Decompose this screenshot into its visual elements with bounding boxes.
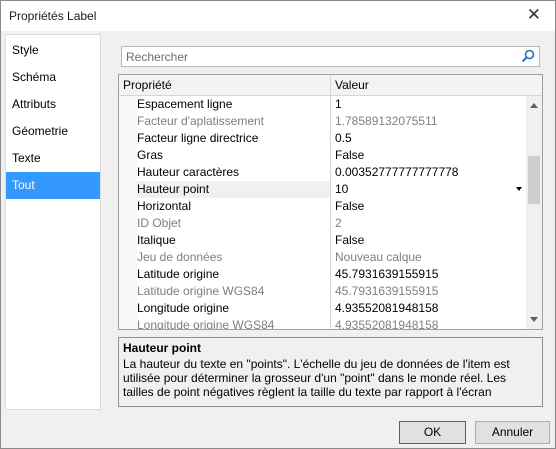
table-row[interactable]: Hauteur caractères 0.00352777777777778 [119,164,526,181]
scroll-up-icon[interactable] [530,103,538,108]
dropdown-arrow-icon[interactable] [516,187,522,191]
row-gutter [119,164,137,181]
table-row[interactable]: ID Objet 2 [119,215,526,232]
table-row[interactable]: Espacement ligne 1 [119,96,526,113]
search-box [121,46,540,67]
property-value: 4.93552081948158 [335,318,439,329]
row-gutter [119,249,137,266]
property-name: ID Objet [137,215,331,232]
category-nav: Style Schéma Attributs Géometrie Texte T… [5,34,101,410]
property-name: Horizontal [137,198,331,215]
title-bar: Propriétés Label ✕ [1,1,555,31]
property-value[interactable]: False [335,147,524,164]
column-header-property[interactable]: Propriété [119,75,331,95]
row-gutter [119,232,137,249]
table-row[interactable]: Longitude origine WGS84 4.93552081948158 [119,317,526,329]
table-row-selected[interactable]: Hauteur point 10 [119,181,526,198]
property-name: Hauteur point [137,181,331,198]
property-value: Nouveau calque [335,250,422,264]
table-row[interactable]: Facteur ligne directrice 0.5 [119,130,526,147]
nav-item-schema[interactable]: Schéma [6,64,100,91]
nav-item-geometrie[interactable]: Géometrie [6,118,100,145]
vertical-scrollbar[interactable] [526,96,542,329]
row-gutter [119,181,137,198]
nav-item-tout[interactable]: Tout [6,172,100,199]
property-name: Longitude origine [137,300,331,317]
row-gutter [119,266,137,283]
nav-item-style[interactable]: Style [6,37,100,64]
ok-button[interactable]: OK [399,421,466,444]
property-name: Latitude origine WGS84 [137,283,331,300]
row-gutter [119,300,137,317]
grid-rows: Espacement ligne 1 Facteur d'aplatisseme… [119,96,526,329]
property-value[interactable]: 45.7931639155915 [335,266,524,283]
property-name: Jeu de données [137,249,331,266]
row-gutter [119,317,137,329]
row-gutter [119,215,137,232]
properties-dialog: Propriétés Label ✕ Style Schéma Attribut… [0,0,556,449]
property-value: 1.78589132075511 [335,114,438,128]
search-input[interactable] [122,47,520,66]
table-row[interactable]: Horizontal False [119,198,526,215]
row-gutter [119,96,137,113]
table-row[interactable]: Facteur d'aplatissement 1.78589132075511 [119,113,526,130]
close-icon[interactable]: ✕ [527,5,541,25]
row-gutter [119,130,137,147]
property-value[interactable]: 0.00352777777777778 [335,164,524,181]
property-name: Gras [137,147,331,164]
scroll-down-icon[interactable] [530,317,538,322]
search-icon[interactable] [521,49,535,63]
property-value[interactable]: 1 [335,96,524,113]
grid-header: Propriété Valeur [119,75,542,96]
description-text: La hauteur du texte en "points". L'échel… [123,357,510,399]
row-gutter [119,283,137,300]
property-name: Longitude origine WGS84 [137,317,331,329]
property-value: 45.7931639155915 [335,284,439,298]
nav-item-attributs[interactable]: Attributs [6,91,100,118]
table-row[interactable]: Gras False [119,147,526,164]
property-value: 2 [335,216,342,230]
row-gutter [119,198,137,215]
property-name: Facteur ligne directrice [137,130,331,147]
property-value[interactable]: 4.93552081948158 [335,300,524,317]
table-row[interactable]: Jeu de données Nouveau calque [119,249,526,266]
table-row[interactable]: Longitude origine 4.93552081948158 [119,300,526,317]
property-name: Latitude origine [137,266,331,283]
property-value[interactable]: 0.5 [335,130,524,147]
property-name: Italique [137,232,331,249]
properties-panel: Propriété Valeur Espacement ligne 1 Fact… [101,34,550,408]
property-value[interactable]: False [335,198,524,215]
cancel-button[interactable]: Annuler [475,421,550,444]
description-title: Hauteur point [123,341,201,355]
property-value[interactable]: False [335,232,524,249]
column-header-value[interactable]: Valeur [331,75,526,95]
property-name: Facteur d'aplatissement [137,113,331,130]
nav-item-texte[interactable]: Texte [6,145,100,172]
scrollbar-thumb[interactable] [528,156,540,204]
property-name: Espacement ligne [137,96,331,113]
description-panel: Hauteur point La hauteur du texte en "po… [118,337,543,407]
table-row[interactable]: Latitude origine WGS84 45.7931639155915 [119,283,526,300]
property-grid: Propriété Valeur Espacement ligne 1 Fact… [118,74,543,330]
property-value-dropdown[interactable]: 10 [335,181,524,198]
table-row[interactable]: Italique False [119,232,526,249]
property-name: Hauteur caractères [137,164,331,181]
row-gutter [119,147,137,164]
window-title: Propriétés Label [9,9,97,23]
row-gutter [119,113,137,130]
table-row[interactable]: Latitude origine 45.7931639155915 [119,266,526,283]
